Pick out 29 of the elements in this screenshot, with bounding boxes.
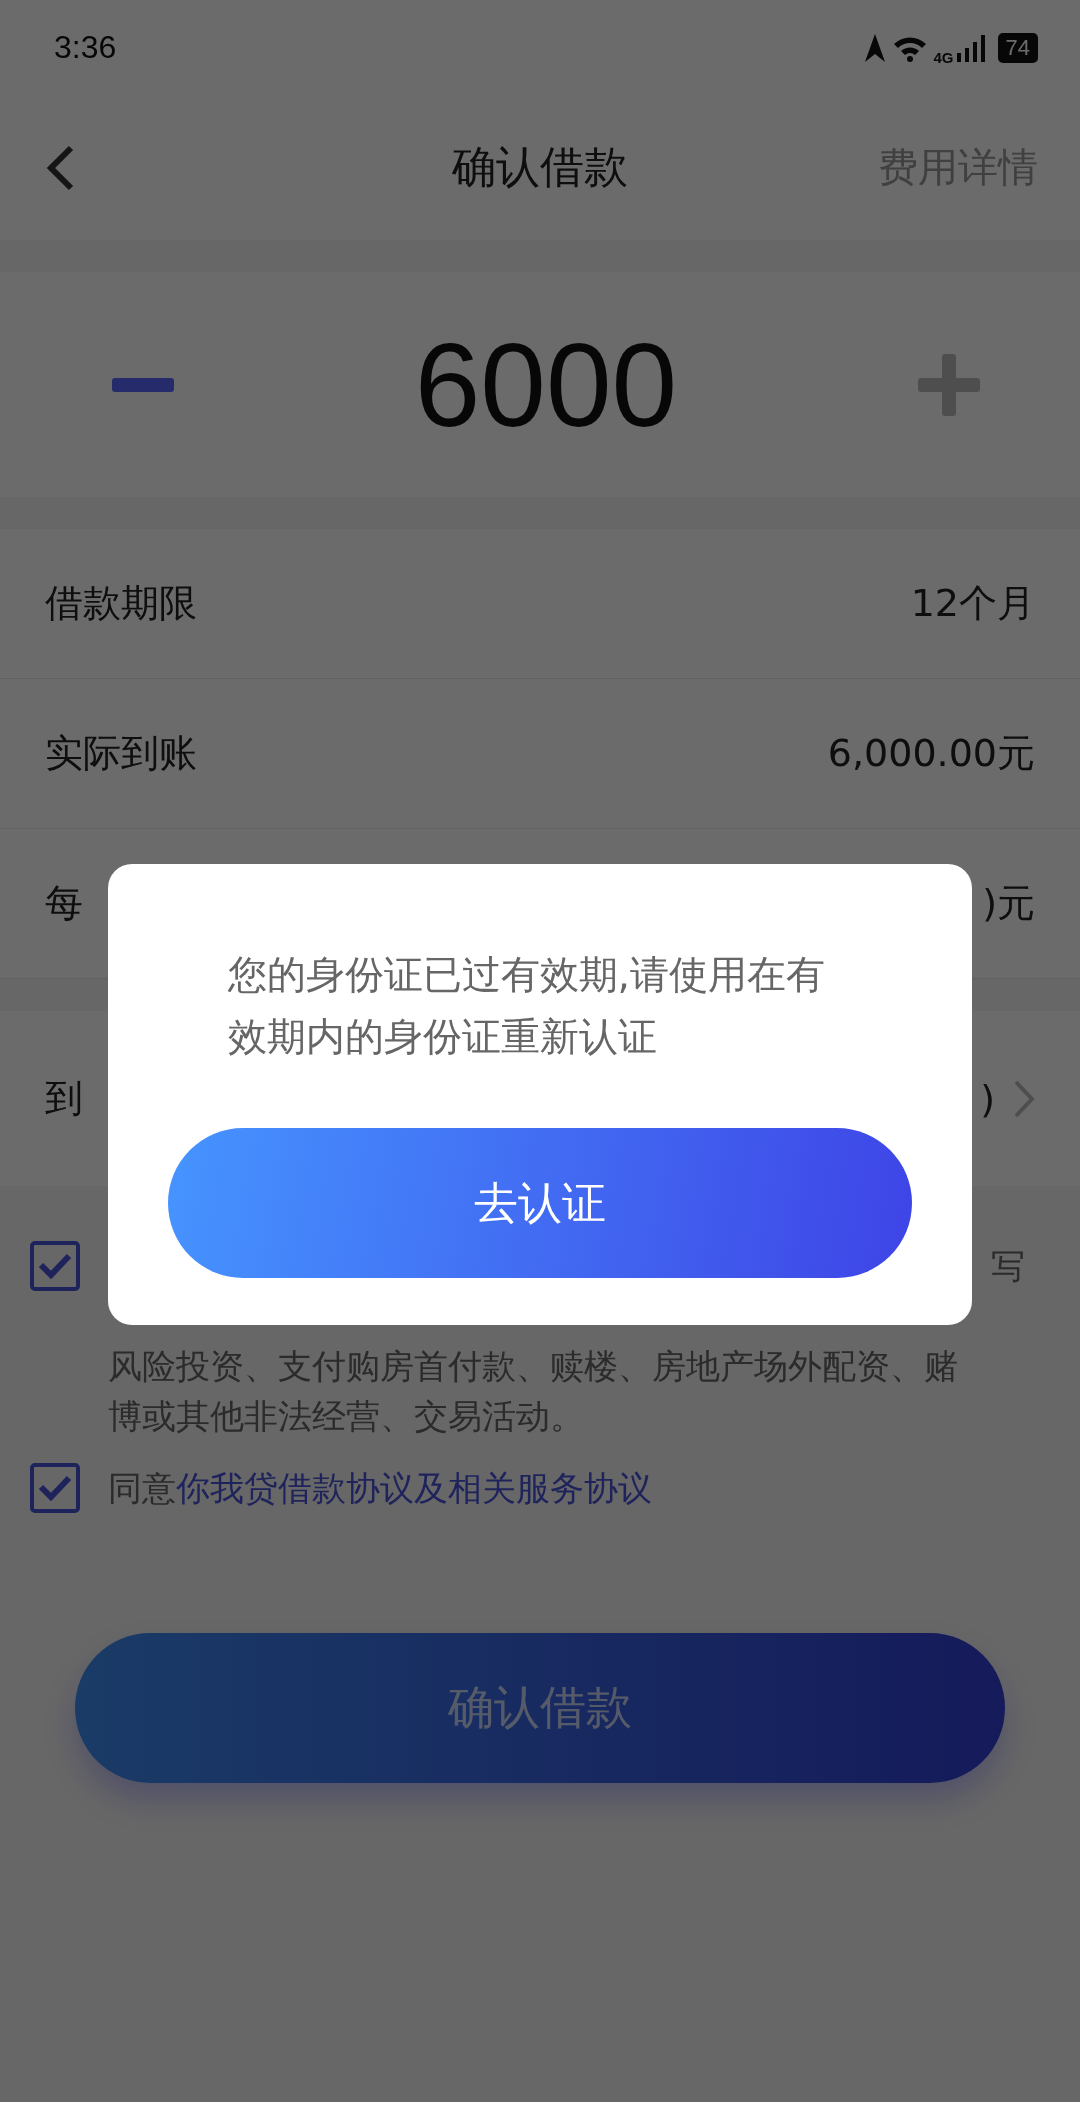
agreement-link[interactable]: 你我贷借款协议及相关服务协议: [176, 1468, 652, 1508]
agreement-text: 同意你我贷借款协议及相关服务协议: [108, 1467, 653, 1510]
battery-indicator: 74: [997, 32, 1038, 63]
network-label: 4G: [933, 49, 954, 66]
row-value: 12个月: [910, 580, 1035, 627]
checkmark-icon: [38, 1253, 72, 1279]
row-label: 实际到账: [45, 730, 198, 777]
signal-icon: [955, 32, 986, 63]
row-value: )元: [982, 880, 1035, 927]
row-value: ): [980, 1076, 995, 1121]
back-icon[interactable]: [45, 144, 75, 191]
chevron-right-icon[interactable]: [1013, 1078, 1035, 1119]
agreement-text: 风险投资、支付购房首付款、赎楼、房地产场外配资、赌博或其他非法经营、交易活动。: [108, 1345, 959, 1438]
row-value: 6,000.00元: [827, 730, 1035, 777]
plus-icon[interactable]: [918, 353, 980, 416]
row-label: 每: [45, 880, 84, 927]
minus-icon[interactable]: [112, 377, 174, 392]
row-label: 借款期限: [45, 580, 198, 627]
navigation-icon: [863, 32, 886, 63]
checkmark-icon: [38, 1475, 72, 1501]
page-title: 确认借款: [451, 140, 629, 194]
checkbox[interactable]: [30, 1463, 80, 1513]
loan-amount: 6000: [414, 317, 678, 453]
status-time: 3:36: [54, 29, 117, 66]
agreement-text: 写: [991, 1245, 1025, 1288]
checkbox[interactable]: [30, 1241, 80, 1291]
verify-button[interactable]: 去认证: [168, 1128, 912, 1278]
row-label: 到: [45, 1075, 84, 1122]
dialog-message: 您的身份证已过有效期,请使用在有效期内的身份证重新认证: [227, 951, 826, 1061]
